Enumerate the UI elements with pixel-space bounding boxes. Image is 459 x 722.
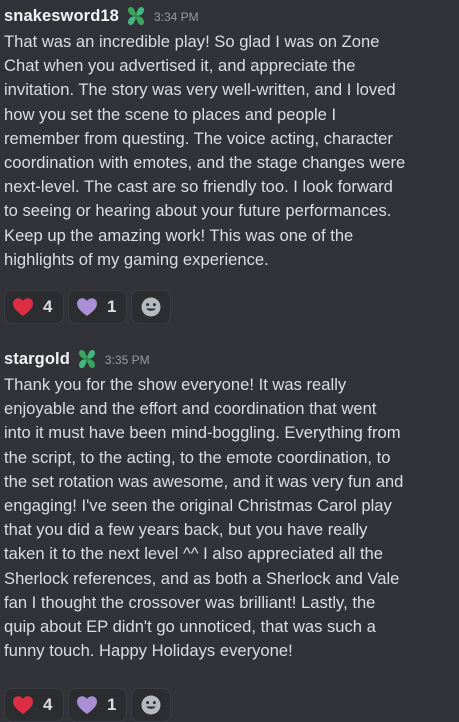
reaction-count: 1 — [107, 297, 117, 316]
add-reaction-button[interactable] — [131, 688, 171, 722]
username[interactable]: snakesword18 — [4, 7, 119, 26]
reaction-purple-heart[interactable]: 1 — [68, 290, 127, 324]
username[interactable]: stargold — [4, 350, 70, 369]
message-header: snakesword18 3:34 PM — [4, 3, 199, 29]
reaction-count: 4 — [43, 695, 53, 714]
smiley-face-icon — [141, 297, 161, 317]
purple-heart-icon — [77, 696, 97, 714]
reaction-count: 1 — [107, 695, 117, 714]
reaction-red-heart[interactable]: 4 — [4, 290, 64, 324]
reaction-count: 4 — [43, 297, 53, 316]
message-header: stargold 3:35 PM — [4, 346, 150, 372]
red-heart-icon — [13, 298, 33, 316]
clover-leaf-icon[interactable] — [75, 347, 99, 371]
reaction-red-heart[interactable]: 4 — [4, 688, 64, 722]
reactions-bar: 4 1 — [4, 290, 171, 324]
reactions-bar: 4 1 — [4, 688, 171, 722]
purple-heart-icon — [77, 298, 97, 316]
message-content: That was an incredible play! So glad I w… — [4, 32, 406, 269]
smiley-face-icon — [141, 695, 161, 715]
timestamp[interactable]: 3:35 PM — [105, 353, 150, 367]
timestamp[interactable]: 3:34 PM — [154, 10, 199, 24]
message-content: Thank you for the show everyone! It was … — [4, 375, 404, 661]
red-heart-icon — [13, 696, 33, 714]
clover-leaf-icon[interactable] — [124, 4, 148, 28]
add-reaction-button[interactable] — [131, 290, 171, 324]
reaction-purple-heart[interactable]: 1 — [68, 688, 127, 722]
